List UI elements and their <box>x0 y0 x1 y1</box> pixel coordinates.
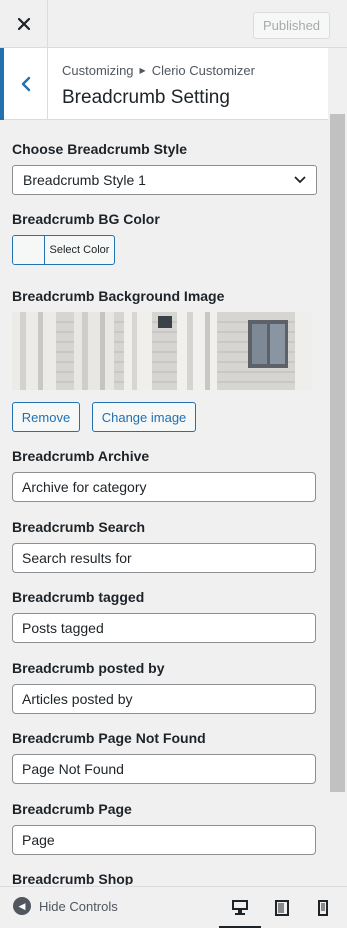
select-color-label: Select Color <box>49 244 110 256</box>
breadcrumb-parent: Clerio Customizer <box>151 63 255 78</box>
notfound-label: Breadcrumb Page Not Found <box>12 730 206 746</box>
search-input[interactable]: Search results for <box>12 543 316 573</box>
tagged-label: Breadcrumb tagged <box>12 589 145 605</box>
publish-button[interactable]: Published <box>253 12 330 39</box>
collapse-arrow-icon: ◀ <box>13 897 31 915</box>
change-image-button[interactable]: Change image <box>92 402 196 432</box>
postedby-label: Breadcrumb posted by <box>12 660 165 676</box>
archive-label: Breadcrumb Archive <box>12 448 150 464</box>
style-label: Choose Breadcrumb Style <box>12 141 188 157</box>
page-label: Breadcrumb Page <box>12 801 132 817</box>
chevron-left-icon <box>21 76 30 92</box>
color-swatch <box>13 236 45 264</box>
background-image-preview <box>12 312 312 390</box>
remove-image-button[interactable]: Remove <box>12 402 80 432</box>
select-color-button[interactable]: Select Color <box>12 235 115 265</box>
customizer-footer: ◀ Hide Controls <box>0 886 347 928</box>
desktop-icon <box>232 899 248 915</box>
hide-controls-label: Hide Controls <box>39 898 118 914</box>
back-button[interactable] <box>0 48 48 120</box>
breadcrumb: Customizing ▶ Clerio Customizer <box>62 63 255 78</box>
tablet-icon <box>275 900 289 916</box>
tagged-input[interactable]: Posts tagged <box>12 613 316 643</box>
search-label: Breadcrumb Search <box>12 519 146 535</box>
bgcolor-label: Breadcrumb BG Color <box>12 211 160 227</box>
chevron-down-icon <box>294 176 306 184</box>
scrollbar[interactable]: ▼ <box>328 48 347 928</box>
breadcrumb-separator-icon: ▶ <box>139 66 146 75</box>
close-button[interactable] <box>0 0 48 48</box>
close-icon <box>17 17 30 31</box>
mobile-preview-button[interactable] <box>302 887 344 928</box>
desktop-preview-button[interactable] <box>219 887 261 928</box>
scrollbar-thumb[interactable] <box>330 114 345 792</box>
postedby-input[interactable]: Articles posted by <box>12 684 316 714</box>
bgimage-label: Breadcrumb Background Image <box>12 288 225 304</box>
hide-controls-button[interactable]: ◀ Hide Controls <box>13 897 118 915</box>
mobile-icon <box>318 900 328 916</box>
customizer-topbar: Published <box>0 0 347 48</box>
notfound-input[interactable]: Page Not Found <box>12 754 316 784</box>
archive-input[interactable]: Archive for category <box>12 472 316 502</box>
style-select[interactable]: Breadcrumb Style 1 <box>12 165 317 195</box>
tablet-preview-button[interactable] <box>261 887 303 928</box>
section-header: Customizing ▶ Clerio Customizer Breadcru… <box>0 48 328 120</box>
shop-label: Breadcrumb Shop <box>12 871 134 885</box>
page-input[interactable]: Page <box>12 825 316 855</box>
style-select-value: Breadcrumb Style 1 <box>23 172 146 188</box>
breadcrumb-root: Customizing <box>62 63 134 78</box>
section-title: Breadcrumb Setting <box>62 87 230 108</box>
